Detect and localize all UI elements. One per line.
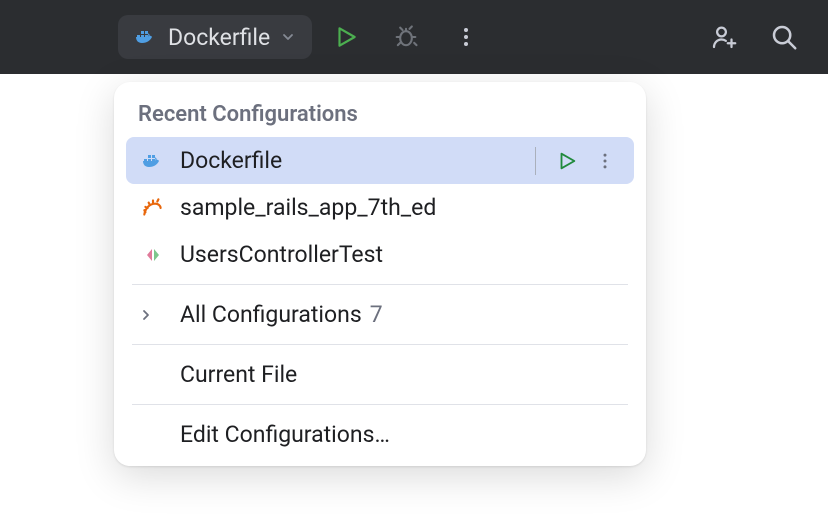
all-configurations-label: All Configurations 7 [180, 301, 622, 328]
config-item-actions [535, 144, 622, 178]
rails-icon [138, 193, 168, 223]
docker-icon [134, 25, 158, 49]
run-config-selector[interactable]: Dockerfile [118, 15, 312, 59]
top-toolbar: Dockerfile [0, 0, 828, 74]
run-config-label: Dockerfile [168, 24, 270, 51]
run-config-more-button[interactable] [588, 144, 622, 178]
chevron-right-icon [138, 300, 168, 330]
config-item-label: Dockerfile [180, 147, 535, 174]
toolbar-left-group: Dockerfile [118, 11, 492, 63]
debug-button[interactable] [380, 11, 432, 63]
config-count: 7 [370, 301, 383, 328]
search-button[interactable] [758, 11, 810, 63]
divider [132, 344, 628, 345]
divider [132, 404, 628, 405]
edit-configurations-item[interactable]: Edit Configurations… [126, 411, 634, 458]
toolbar-right-group [698, 11, 810, 63]
add-user-button[interactable] [698, 11, 750, 63]
config-item-label: UsersControllerTest [180, 241, 622, 268]
all-configurations-item[interactable]: All Configurations 7 [126, 291, 634, 338]
chevron-down-icon [280, 29, 296, 45]
more-button[interactable] [440, 11, 492, 63]
config-item-test[interactable]: UsersControllerTest [126, 231, 634, 278]
run-button[interactable] [320, 11, 372, 63]
config-item-dockerfile[interactable]: Dockerfile [126, 137, 634, 184]
config-item-label: sample_rails_app_7th_ed [180, 194, 622, 221]
run-config-play-button[interactable] [550, 144, 584, 178]
test-icon [138, 240, 168, 270]
dropdown-header: Recent Configurations [114, 96, 646, 137]
all-label-text: All Configurations [180, 301, 362, 328]
config-item-rails[interactable]: sample_rails_app_7th_ed [126, 184, 634, 231]
separator [535, 147, 536, 175]
edit-configurations-label: Edit Configurations… [180, 421, 622, 448]
run-config-dropdown: Recent Configurations Dockerfile sample_… [114, 82, 646, 466]
current-file-label: Current File [180, 361, 622, 388]
docker-icon [138, 146, 168, 176]
current-file-item[interactable]: Current File [126, 351, 634, 398]
divider [132, 284, 628, 285]
